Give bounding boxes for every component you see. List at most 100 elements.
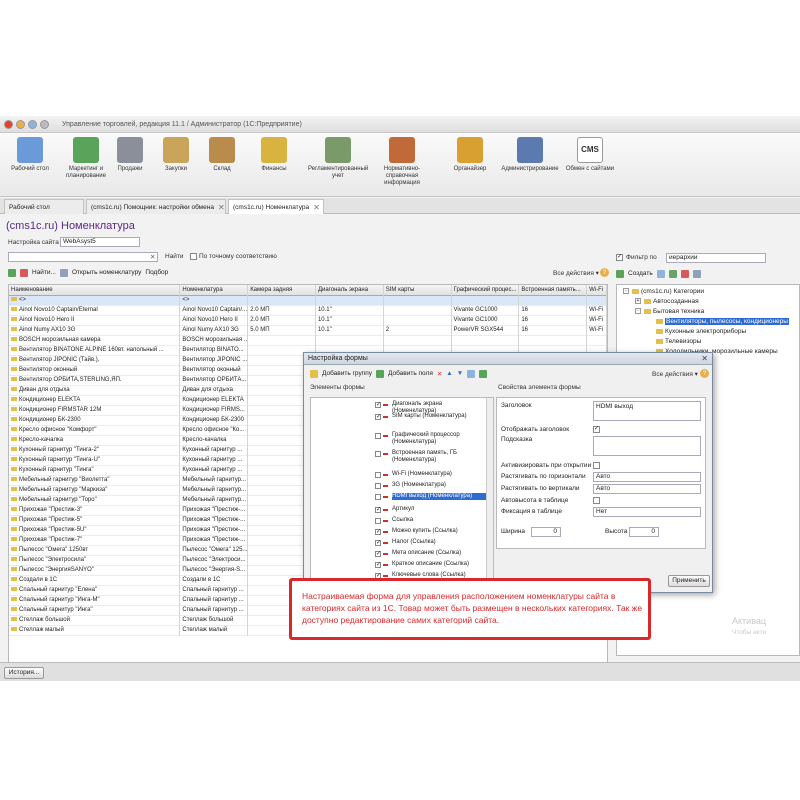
- add-group-button[interactable]: Добавить группу: [322, 370, 372, 377]
- create-category-button[interactable]: Создать: [628, 270, 653, 277]
- open-nomenclature-button[interactable]: Открыть номенклатуру: [72, 269, 141, 276]
- exact-match-checkbox[interactable]: По точному соответствию: [190, 253, 277, 260]
- tab-2[interactable]: (cms1c.ru) Номенклатура ✕: [228, 199, 324, 214]
- ribbon-books-button[interactable]: Нормативно-справочная информация: [372, 137, 432, 187]
- cancel-search-icon[interactable]: [59, 268, 68, 277]
- field-checkbox[interactable]: ✓: [375, 551, 381, 557]
- header-field[interactable]: HDMI выход: [593, 401, 701, 421]
- column-header[interactable]: Wi-Fi: [587, 285, 607, 296]
- column-header[interactable]: Номенклатура: [180, 285, 249, 296]
- column-header[interactable]: Встроенная память...: [519, 285, 588, 296]
- tree-node[interactable]: - (cms1c.ru) Категории: [623, 288, 704, 295]
- add-group-icon[interactable]: [310, 369, 318, 378]
- field-checkbox[interactable]: ✓: [375, 402, 381, 408]
- close-icon[interactable]: ✕: [218, 203, 225, 212]
- height-field[interactable]: 0: [629, 527, 659, 537]
- table-row[interactable]: Ainol Novo10 Hero II Ainol Novo10 Hero II…: [9, 316, 607, 326]
- width-field[interactable]: 0: [531, 527, 561, 537]
- tree-node[interactable]: + Автосозданная: [635, 298, 699, 305]
- delete-icon[interactable]: [20, 268, 28, 277]
- close-icon[interactable]: ✕: [313, 203, 320, 212]
- field-checkbox[interactable]: ✓: [375, 540, 381, 546]
- app-logo-icon[interactable]: [4, 119, 13, 129]
- table-row[interactable]: BOSCH морозильная камера BOSCH морозильна…: [9, 336, 607, 346]
- filter-select[interactable]: иерархии: [666, 253, 766, 263]
- field-checkbox[interactable]: [375, 494, 381, 500]
- field-checkbox[interactable]: ✓: [375, 414, 381, 420]
- column-header[interactable]: SIM карты: [384, 285, 452, 296]
- apply-button[interactable]: Применить: [668, 575, 710, 587]
- delete-category-icon[interactable]: [680, 269, 689, 278]
- ribbon-warehouse-button[interactable]: Склад: [192, 137, 252, 173]
- delete-element-icon[interactable]: ✕: [437, 370, 442, 378]
- edit-icon[interactable]: [668, 269, 677, 278]
- ribbon-cms1c-button[interactable]: CMS Обмен с сайтами: [560, 137, 620, 173]
- stretch-h-select[interactable]: Авто: [593, 472, 701, 482]
- copy-icon[interactable]: [656, 269, 665, 278]
- expand-toggle-icon[interactable]: -: [635, 308, 641, 315]
- site-settings-field[interactable]: WebAsyst5: [60, 237, 140, 247]
- field-checkbox[interactable]: [375, 472, 381, 478]
- table-row[interactable]: Ainol Numy AX10 3G Ainol Numy AX10 3G 5.0 …: [9, 326, 607, 336]
- table-row[interactable]: Ainol Novo10 Captain/Eternal Ainol Novo10…: [9, 306, 607, 316]
- chevron-down-icon[interactable]: [40, 119, 49, 129]
- refresh-icon[interactable]: [467, 369, 476, 378]
- find-button[interactable]: Найти: [165, 253, 184, 260]
- field-checkbox[interactable]: ✓: [375, 529, 381, 535]
- dialog-all-actions[interactable]: Все действия ▾: [652, 370, 698, 378]
- stretch-v-select[interactable]: Авто: [593, 484, 701, 494]
- add-fields-icon[interactable]: [376, 369, 384, 378]
- help-icon[interactable]: ?: [600, 268, 609, 277]
- search-clear-icon[interactable]: ✕: [150, 253, 155, 261]
- ribbon-calculator-button[interactable]: Регламентированный учет: [308, 137, 368, 180]
- field-checkbox[interactable]: [375, 451, 381, 457]
- tree-node[interactable]: Кухонные электроприборы: [647, 328, 746, 335]
- column-header[interactable]: Наименование: [9, 285, 181, 296]
- expand-toggle-icon[interactable]: [647, 328, 653, 334]
- all-actions-menu[interactable]: Все действия ▾: [553, 269, 599, 277]
- field-checkbox[interactable]: [375, 518, 381, 524]
- star-icon[interactable]: [16, 119, 25, 129]
- activate-checkbox[interactable]: [593, 462, 600, 469]
- expand-toggle-icon[interactable]: +: [635, 298, 641, 305]
- select-button[interactable]: Подбор: [145, 269, 168, 276]
- home-icon[interactable]: [28, 119, 37, 129]
- field-checkbox[interactable]: ✓: [375, 562, 381, 568]
- expand-toggle-icon[interactable]: -: [623, 288, 629, 295]
- tree-node[interactable]: - Бытовая техника: [635, 308, 704, 315]
- create-category-icon[interactable]: [616, 269, 624, 278]
- tab-1[interactable]: (cms1c.ru) Помощник: настройки обмена ✕: [86, 199, 226, 214]
- column-header[interactable]: Диагональ экрана: [316, 285, 384, 296]
- table-row[interactable]: <> <>: [9, 296, 607, 306]
- find-category-icon[interactable]: [692, 269, 701, 278]
- tree-node[interactable]: Вентиляторы, пылесосы, кондиционеры: [647, 318, 789, 325]
- autoheight-checkbox[interactable]: [593, 497, 600, 504]
- field-checkbox[interactable]: [375, 483, 381, 489]
- hint-field[interactable]: [593, 436, 701, 456]
- dialog-help-icon[interactable]: ?: [700, 369, 709, 378]
- move-down-icon[interactable]: ▼: [457, 370, 463, 377]
- tree-node[interactable]: Телевизоры: [647, 338, 701, 345]
- ribbon-organizer-button[interactable]: Органайзер: [440, 137, 500, 173]
- create-icon[interactable]: [8, 268, 16, 277]
- search-input[interactable]: [8, 252, 158, 262]
- check-all-icon[interactable]: [479, 369, 488, 378]
- tab-0[interactable]: Рабочий стол: [4, 199, 84, 214]
- ribbon-desktop-button[interactable]: Рабочий стол: [0, 137, 60, 173]
- field-checkbox[interactable]: ✓: [375, 507, 381, 513]
- move-up-icon[interactable]: ▲: [446, 370, 452, 377]
- exact-match-check[interactable]: [190, 253, 197, 260]
- add-fields-button[interactable]: Добавить поля: [388, 370, 433, 377]
- expand-toggle-icon[interactable]: [647, 338, 653, 344]
- scrollbar[interactable]: [486, 398, 493, 584]
- field-checkbox[interactable]: [375, 433, 381, 439]
- history-button[interactable]: История...: [4, 667, 44, 679]
- column-header[interactable]: Графический процес...: [452, 285, 520, 296]
- expand-toggle-icon[interactable]: [647, 318, 653, 324]
- ribbon-admin-button[interactable]: Администрирование: [500, 137, 560, 173]
- find-list-button[interactable]: Найти...: [32, 269, 56, 276]
- column-header[interactable]: Камера задняя: [248, 285, 316, 296]
- ribbon-coins-button[interactable]: Финансы: [244, 137, 304, 173]
- close-icon[interactable]: ✕: [701, 353, 708, 365]
- filter-checkbox[interactable]: ✓: [616, 254, 623, 261]
